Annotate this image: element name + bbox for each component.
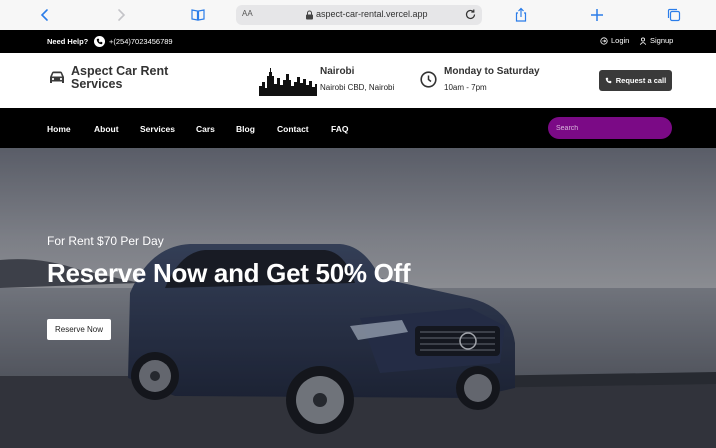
book-icon[interactable] <box>189 6 207 24</box>
phone-icon <box>605 77 612 84</box>
location-text: Nairobi CBD, Nairobi <box>320 83 395 92</box>
site-header: Aspect Car Rent Services Nairobi Nairobi… <box>0 53 716 108</box>
reload-icon[interactable] <box>464 8 477 21</box>
request-call-label: Request a call <box>615 76 667 85</box>
hero-headline: Reserve Now and Get 50% Off <box>47 258 411 288</box>
nav-item-faq[interactable]: FAQ <box>331 124 348 134</box>
url-text: aspect-car-rental.vercel.app <box>316 9 428 19</box>
car-icon <box>50 71 64 83</box>
lock-icon <box>306 10 313 20</box>
new-tab-icon[interactable] <box>588 6 606 24</box>
tabs-icon[interactable] <box>665 6 683 24</box>
opening-hours: 10am - 7pm <box>444 83 487 92</box>
main-nav: Home About Services Cars Blog Contact FA… <box>0 108 716 148</box>
nav-item-services[interactable]: Services <box>140 124 175 134</box>
request-call-button[interactable]: Request a call <box>599 70 672 91</box>
top-info-bar: Need Help? +(254)7023456789 Login Signup <box>0 30 716 53</box>
nav-item-contact[interactable]: Contact <box>277 124 309 134</box>
nav-item-blog[interactable]: Blog <box>236 124 255 134</box>
text-size-button[interactable]: AA <box>242 9 253 18</box>
phone-icon <box>94 36 105 47</box>
back-icon[interactable] <box>36 6 54 24</box>
phone-number[interactable]: +(254)7023456789 <box>109 37 173 46</box>
signup-label: Signup <box>650 36 674 45</box>
reserve-now-button[interactable]: Reserve Now <box>47 319 111 340</box>
login-link[interactable]: Login <box>600 36 629 45</box>
hero-overlay <box>0 148 716 448</box>
share-icon[interactable] <box>512 6 530 24</box>
user-icon <box>639 37 647 45</box>
clock-icon <box>420 71 437 88</box>
login-label: Login <box>611 36 630 45</box>
nav-item-cars[interactable]: Cars <box>196 124 215 134</box>
login-icon <box>600 36 608 45</box>
nav-item-about[interactable]: About <box>94 124 119 134</box>
browser-toolbar: AA aspect-car-rental.vercel.app <box>0 0 716 30</box>
city-name: Nairobi <box>320 66 355 77</box>
signup-link[interactable]: Signup <box>639 36 673 45</box>
search-input[interactable] <box>548 117 672 139</box>
nav-item-home[interactable]: Home <box>47 124 71 134</box>
opening-days: Monday to Saturday <box>444 66 540 77</box>
address-bar[interactable]: AA aspect-car-rental.vercel.app <box>236 5 482 25</box>
forward-icon[interactable] <box>112 6 130 24</box>
brand-name[interactable]: Aspect Car Rent Services <box>71 65 191 91</box>
city-skyline-icon <box>259 68 317 96</box>
hero-section: For Rent $70 Per Day Reserve Now and Get… <box>0 148 716 448</box>
hero-tagline: For Rent $70 Per Day <box>47 234 164 248</box>
need-help-label: Need Help? <box>47 37 89 46</box>
